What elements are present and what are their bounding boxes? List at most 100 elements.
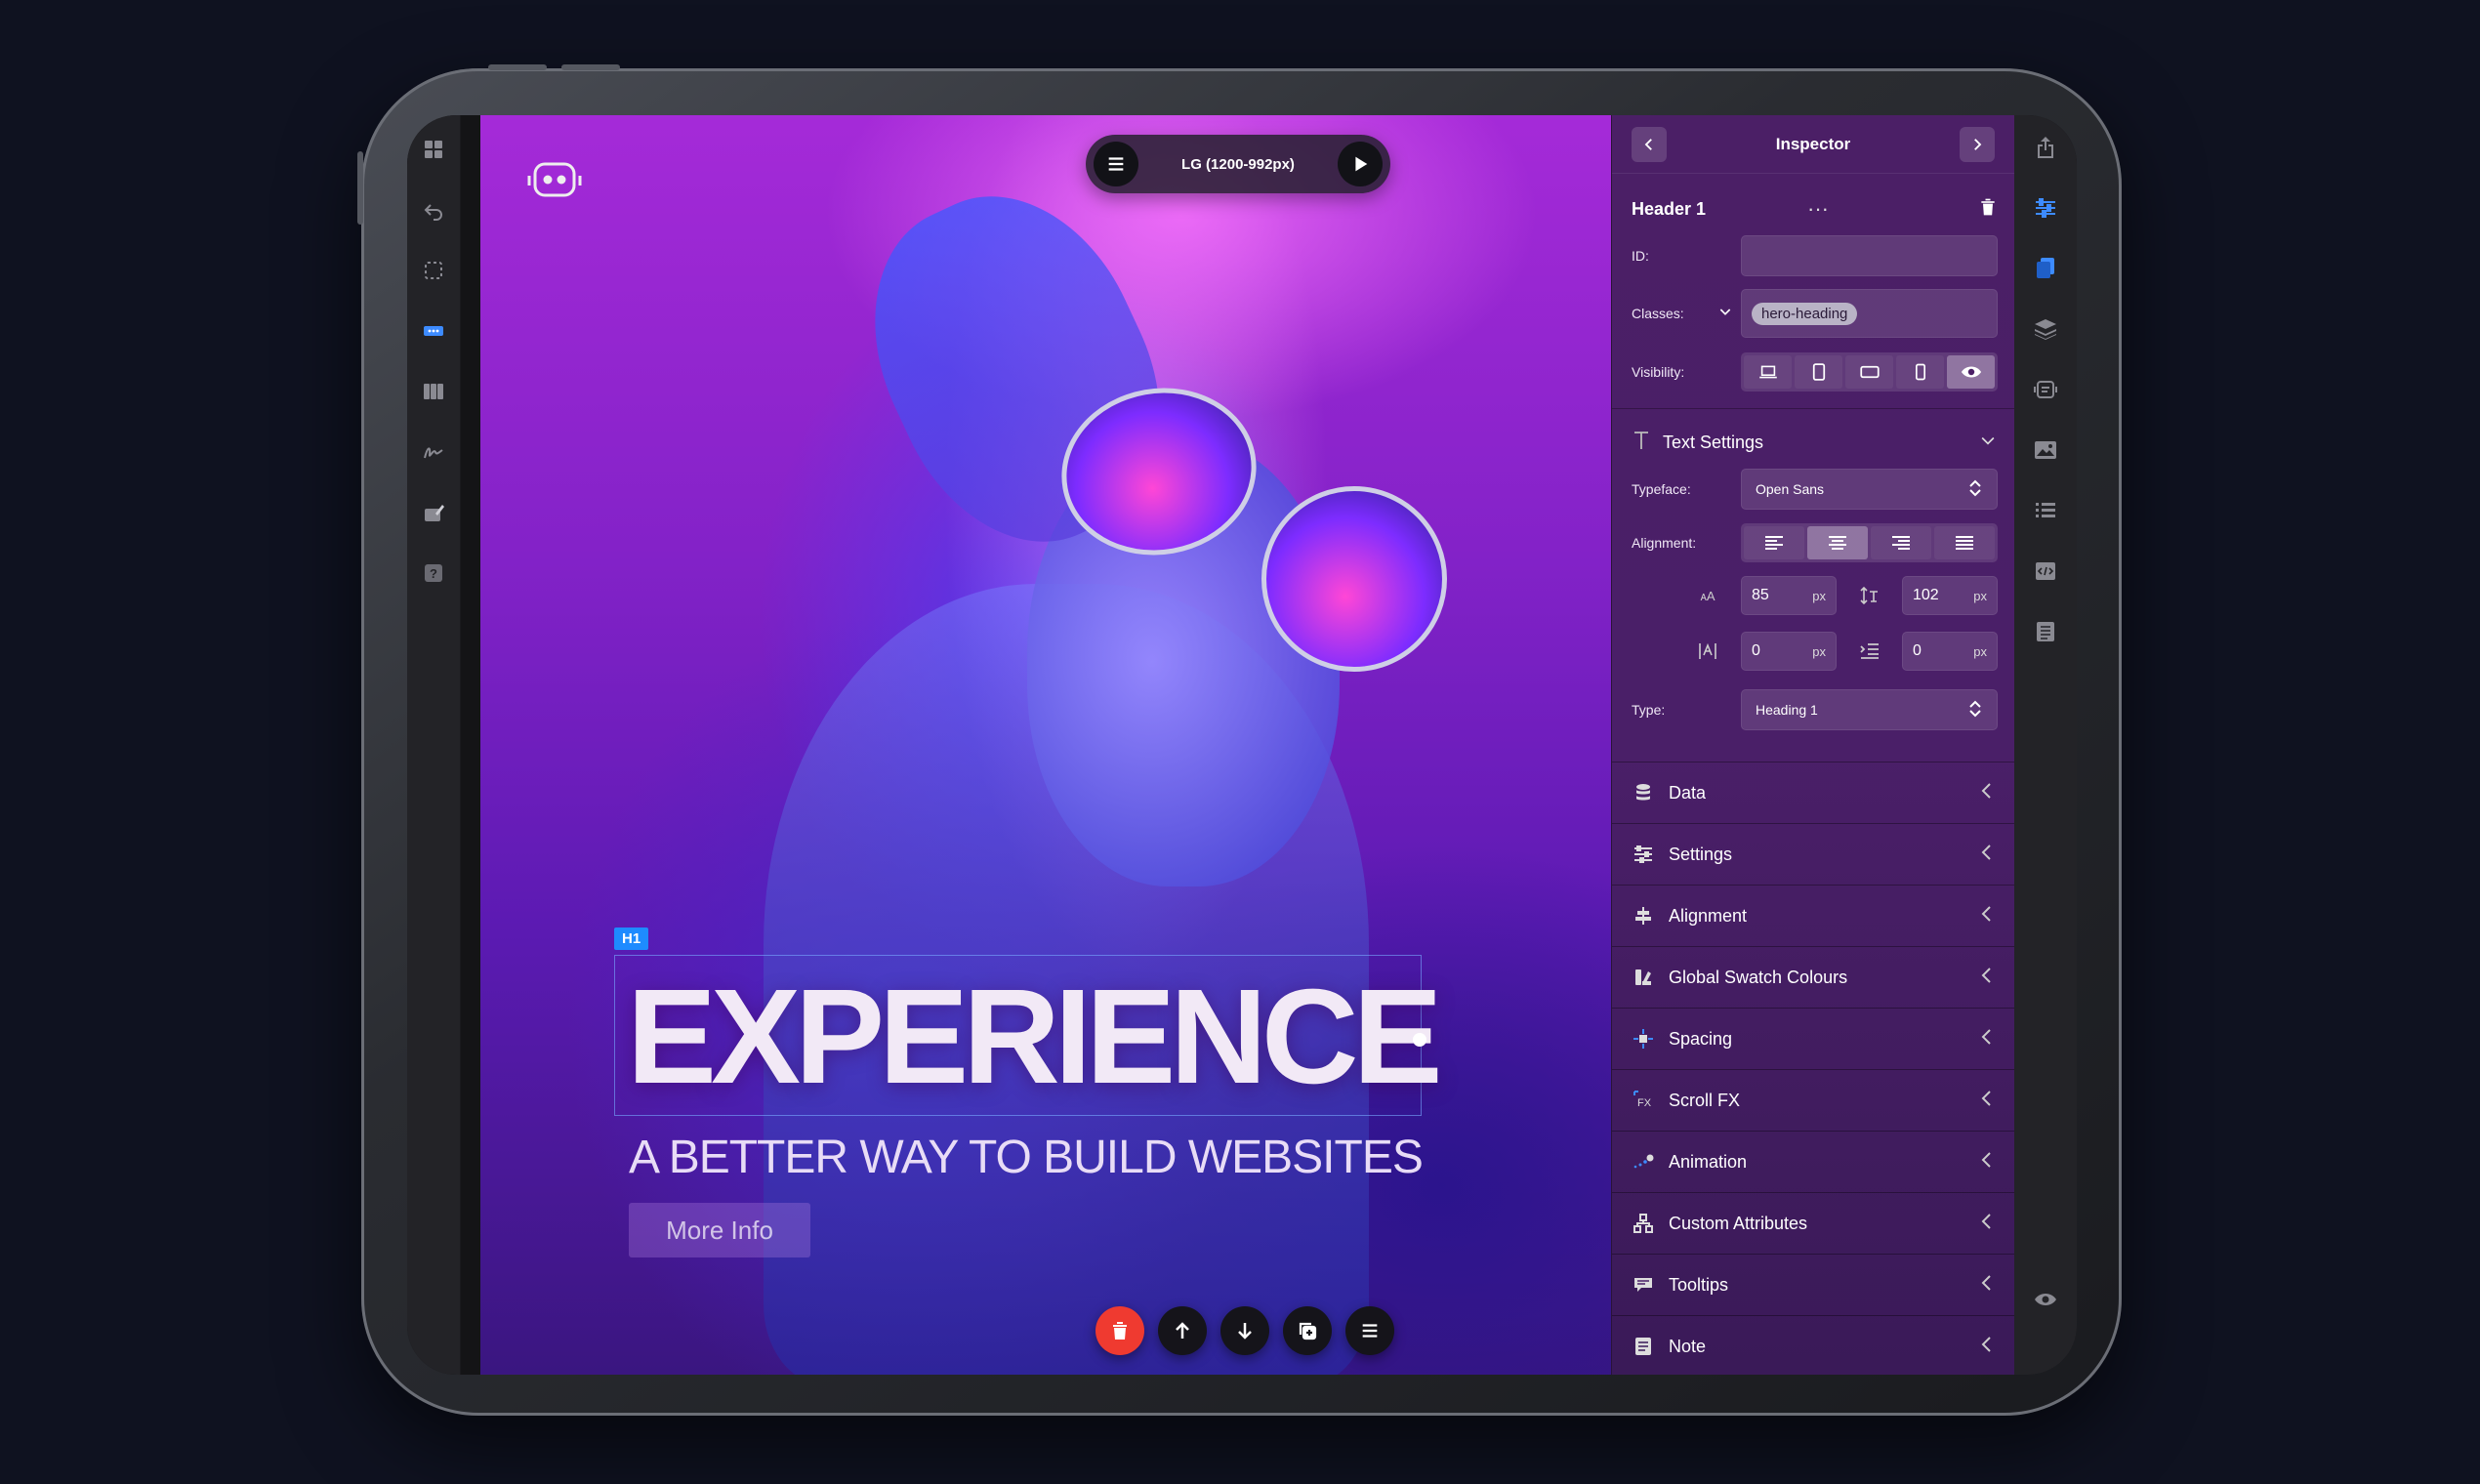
left-toolbar: ? [407, 115, 461, 1375]
symbols-icon[interactable] [2029, 373, 2062, 406]
font-size-input[interactable]: 85 px [1741, 576, 1837, 615]
text-indent-icon [1858, 639, 1881, 663]
id-input[interactable] [1741, 235, 1998, 276]
section-animation[interactable]: Animation [1612, 1131, 2014, 1192]
inspector-forward-button[interactable] [1960, 126, 1995, 162]
type-row: Type: Heading 1 [1632, 689, 1998, 730]
phone-icon[interactable] [1896, 355, 1944, 389]
section-alignment[interactable]: Alignment [1612, 885, 2014, 946]
section-label: Global Swatch Colours [1669, 967, 1848, 987]
laptop-icon[interactable] [1744, 355, 1792, 389]
design-canvas[interactable]: H1 EXPERIENCE A BETTER WAY TO BUILD WEBS… [480, 115, 1611, 1375]
signature-icon[interactable] [417, 435, 450, 469]
move-up-button[interactable] [1158, 1306, 1207, 1355]
scroll-fx-icon: FX [1632, 1089, 1655, 1112]
duplicate-button[interactable] [1283, 1306, 1332, 1355]
help-icon[interactable]: ? [417, 556, 450, 590]
section-scroll-fx[interactable]: FX Scroll FX [1612, 1069, 2014, 1131]
classes-input[interactable]: hero-heading [1741, 289, 1998, 338]
section-settings[interactable]: Settings [1612, 823, 2014, 885]
preview-eye-icon[interactable] [2029, 1283, 2062, 1316]
right-toolbar [2014, 115, 2077, 1375]
hero-heading[interactable]: EXPERIENCE [627, 969, 1443, 1104]
ipad-top-button [488, 64, 547, 70]
section-label: Custom Attributes [1669, 1213, 1808, 1233]
layers-icon[interactable] [2029, 312, 2062, 346]
ipad-top-button-2 [561, 64, 620, 70]
section-global-swatch-colours[interactable]: Global Swatch Colours [1612, 946, 2014, 1008]
preview-play-button[interactable] [1337, 142, 1383, 186]
columns-icon[interactable] [417, 375, 450, 408]
section-note[interactable]: Note [1612, 1315, 2014, 1375]
text-settings-title: Text Settings [1663, 432, 1764, 452]
select-arrows-icon [1967, 700, 1983, 721]
more-info-button[interactable]: More Info [629, 1203, 810, 1257]
resize-handle[interactable] [1413, 1033, 1426, 1047]
align-left-icon[interactable] [1744, 526, 1804, 559]
text-indent-input[interactable]: 0 px [1902, 632, 1998, 671]
device-breakpoint-label[interactable]: LG (1200-992px) [1181, 156, 1295, 173]
svg-text:?: ? [430, 566, 437, 581]
typeface-label: Typeface: [1632, 481, 1691, 497]
chevron-down-icon[interactable] [1978, 431, 1998, 455]
note-icon [1632, 1335, 1655, 1358]
letter-spacing-input[interactable]: 0 px [1741, 632, 1837, 671]
components-icon[interactable] [417, 314, 450, 348]
ellipsis-icon[interactable]: ··· [1807, 196, 1829, 222]
move-down-button[interactable] [1220, 1306, 1269, 1355]
eye-icon[interactable] [1947, 355, 1995, 389]
image-icon[interactable] [2029, 433, 2062, 467]
chevron-left-icon [1979, 843, 1995, 867]
heading-type-select[interactable]: Heading 1 [1741, 689, 1998, 730]
font-size-value: 85 [1752, 587, 1769, 603]
inspector-back-button[interactable] [1632, 126, 1667, 162]
id-row: ID: [1632, 234, 1998, 277]
align-justify-icon[interactable] [1934, 526, 1995, 559]
section-spacing[interactable]: Spacing [1612, 1008, 2014, 1069]
align-center-icon[interactable] [1807, 526, 1868, 559]
edit-image-icon[interactable] [417, 496, 450, 529]
align-right-icon[interactable] [1871, 526, 1931, 559]
chevron-left-icon [1979, 781, 1995, 805]
list-icon[interactable] [2029, 494, 2062, 527]
undo-icon[interactable] [417, 193, 450, 227]
typeface-select[interactable]: Open Sans [1741, 469, 1998, 510]
section-label: Spacing [1669, 1028, 1733, 1049]
code-icon[interactable] [2029, 555, 2062, 588]
tablet-landscape-icon[interactable] [1845, 355, 1893, 389]
inspector-sliders-icon[interactable] [2029, 191, 2062, 225]
text-settings-header[interactable]: Text Settings [1632, 426, 1998, 459]
grid-icon[interactable] [417, 133, 450, 166]
line-height-icon [1858, 584, 1881, 607]
section-custom-attributes[interactable]: Custom Attributes [1612, 1192, 2014, 1254]
select-icon[interactable] [417, 254, 450, 287]
chevron-down-icon[interactable] [1717, 304, 1733, 324]
pages-icon[interactable] [2029, 252, 2062, 285]
section-label: Data [1669, 782, 1707, 803]
typeface-value: Open Sans [1756, 481, 1825, 497]
element-name-row: Header 1 ··· [1632, 191, 1998, 227]
hero-subheading[interactable]: A BETTER WAY TO BUILD WEBSITES [629, 1131, 1424, 1184]
section-data[interactable]: Data [1612, 762, 2014, 823]
site-logo-icon[interactable] [525, 158, 584, 201]
element-name[interactable]: Header 1 [1632, 199, 1706, 220]
attributes-icon [1632, 1212, 1655, 1235]
document-icon[interactable] [2029, 615, 2062, 648]
section-tooltips[interactable]: Tooltips [1612, 1254, 2014, 1315]
menu-button[interactable] [1094, 142, 1138, 186]
alignment-row: Alignment: [1632, 523, 1998, 562]
letter-spacing-unit: px [1812, 643, 1826, 659]
export-icon[interactable] [2029, 131, 2062, 164]
more-actions-button[interactable] [1345, 1306, 1394, 1355]
alignment-label: Alignment: [1632, 535, 1697, 551]
line-height-input[interactable]: 102 px [1902, 576, 1998, 615]
section-label: Animation [1669, 1151, 1748, 1172]
class-chip[interactable]: hero-heading [1752, 302, 1858, 325]
trash-icon[interactable] [1978, 196, 1998, 223]
line-height-unit: px [1973, 588, 1987, 603]
tablet-portrait-icon[interactable] [1795, 355, 1842, 389]
text-indent-value: 0 [1913, 642, 1922, 659]
heading-type-value: Heading 1 [1756, 702, 1818, 718]
delete-element-button[interactable] [1095, 1306, 1144, 1355]
inspector-header: Inspector [1612, 115, 2014, 174]
